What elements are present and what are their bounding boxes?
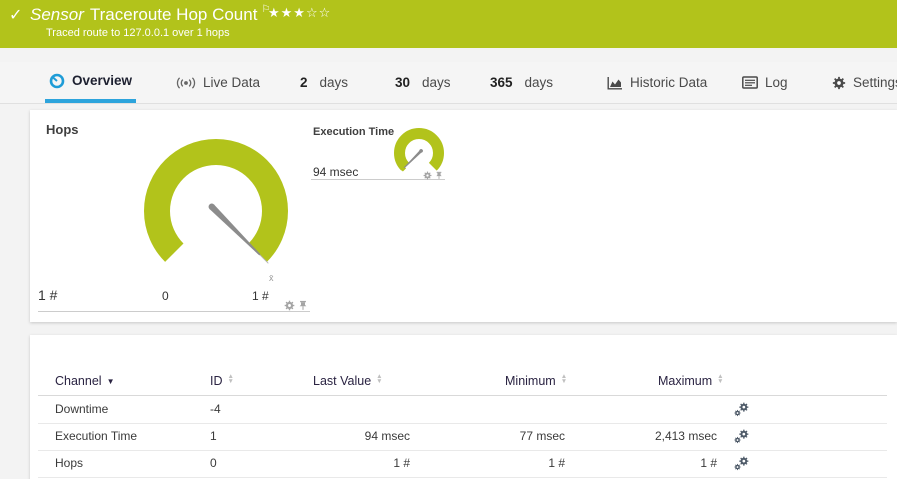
tab-log-label: Log [765,75,788,90]
tab-overview[interactable]: Overview [45,62,137,103]
column-header-maximum-label: Maximum [658,374,713,388]
gear-icon[interactable] [423,171,432,180]
column-header-last-value[interactable]: Last Value ▲ ▼ [313,368,383,395]
log-icon [742,76,758,89]
sensor-status-message: Traced route to 127.0.0.1 over 1 hops [46,27,230,39]
column-header-minimum[interactable]: Minimum ▲ ▼ [505,368,567,395]
cell-id: 0 [210,456,217,470]
prtg-sensor-page: ✓ Sensor Traceroute Hop Count ⚐ ★★★☆☆ Trac… [0,0,897,479]
tab-2-days-number: 2 [300,75,308,90]
tab-historic-data-label: Historic Data [630,75,708,90]
column-header-id[interactable]: ID ▲ ▼ [210,368,234,395]
tab-bar: Overview Live Data 2 days 30 days 365 da… [0,62,897,103]
tab-2-days[interactable]: 2 days [296,62,352,103]
channel-settings-gears-icon[interactable] [734,402,749,417]
table-row-hops[interactable]: Hops 0 1 # 1 # 1 # [38,450,887,478]
sort-icon: ▲ ▼ [376,373,383,385]
pin-icon[interactable] [298,300,308,311]
cell-last-value: 1 # [393,456,410,470]
page-title: Traceroute Hop Count [89,5,258,24]
channels-table-header: Channel ▼ ID ▲ ▼ Last Value ▲ ▼ Minimum ▲ ▼ Max… [38,368,887,396]
stars-empty: ☆☆ [305,5,332,20]
gear-icon[interactable] [284,300,295,311]
tab-settings[interactable]: Settings [828,62,897,103]
cell-id: 1 [210,429,217,443]
channels-table-panel: Channel ▼ ID ▲ ▼ Last Value ▲ ▼ Minimum ▲ ▼ Max… [30,335,897,479]
tab-historic-data[interactable]: Historic Data [603,62,711,103]
tab-365-days-number: 365 [490,75,513,90]
table-row-downtime[interactable]: Downtime -4 [38,396,887,424]
tab-live-data-label: Live Data [203,75,261,90]
table-row-execution-time[interactable]: Execution Time 1 94 msec 77 msec 2,413 m… [38,423,887,451]
column-header-id-label: ID [210,374,223,388]
column-header-maximum[interactable]: Maximum ▲ ▼ [658,368,724,395]
hops-gauge-tools [284,300,308,311]
sensor-title-line: Sensor Traceroute Hop Count ⚐ [30,4,270,25]
hops-current-value: 1 # [38,287,58,303]
tab-30-days[interactable]: 30 days [391,62,455,103]
tab-365-days[interactable]: 365 days [486,62,557,103]
cell-channel: Downtime [55,402,109,416]
tab-2-days-label: days [319,75,349,90]
tab-settings-label: Settings [853,75,897,90]
pin-icon[interactable] [435,171,443,180]
status-ok-icon: ✓ [9,7,23,24]
priority-stars[interactable]: ★★★☆☆ [268,5,331,21]
gear-icon [832,76,846,90]
cell-channel: Hops [55,456,84,470]
hops-gauge-min-label: 0 [162,289,169,303]
sort-icon: ▲ ▼ [227,373,234,385]
channel-settings-gears-icon[interactable] [734,429,749,444]
hops-gauge-divider [38,311,310,312]
tab-bar-divider [0,103,897,104]
cell-maximum: 1 # [700,456,717,470]
column-header-last-value-label: Last Value [313,374,372,388]
broadcast-icon [176,77,196,89]
tab-log[interactable]: Log [738,62,792,103]
channel-settings-gears-icon[interactable] [734,456,749,471]
tab-30-days-label: days [422,75,451,90]
overview-gauges-panel: Hops x̄ 0 1 # 1 # Execution Time 94 msec [30,110,897,322]
sensor-kind-label: Sensor [30,5,84,24]
execution-time-current-value: 94 msec [313,165,359,179]
tab-365-days-label: days [524,75,554,90]
tab-overview-label: Overview [72,73,133,88]
chart-icon [607,76,623,90]
sort-desc-icon: ▼ [106,377,115,386]
stars-filled: ★★★ [268,5,306,20]
sensor-header: ✓ Sensor Traceroute Hop Count ⚐ ★★★☆☆ Trac… [0,0,897,48]
gauge-icon [49,73,65,89]
cell-id: -4 [210,402,221,416]
cell-channel: Execution Time [55,429,138,443]
column-header-minimum-label: Minimum [505,374,556,388]
tab-30-days-number: 30 [395,75,411,90]
hops-gauge[interactable] [136,133,300,297]
sort-icon: ▲ ▼ [717,373,724,385]
column-header-channel-label: Channel [55,374,102,388]
tab-live-data[interactable]: Live Data [172,62,264,103]
cell-last-value: 94 msec [364,429,410,443]
hops-gauge-max-label: 1 # [252,289,269,303]
cell-maximum: 2,413 msec [654,429,717,443]
hops-gauge-title: Hops [46,122,79,137]
execution-time-gauge-tools [423,171,443,180]
sort-icon: ▲ ▼ [560,373,568,385]
column-header-channel[interactable]: Channel ▼ [55,368,115,395]
execution-time-gauge-title: Execution Time [313,126,395,138]
hops-gauge-average-marker: x̄ [269,273,274,283]
